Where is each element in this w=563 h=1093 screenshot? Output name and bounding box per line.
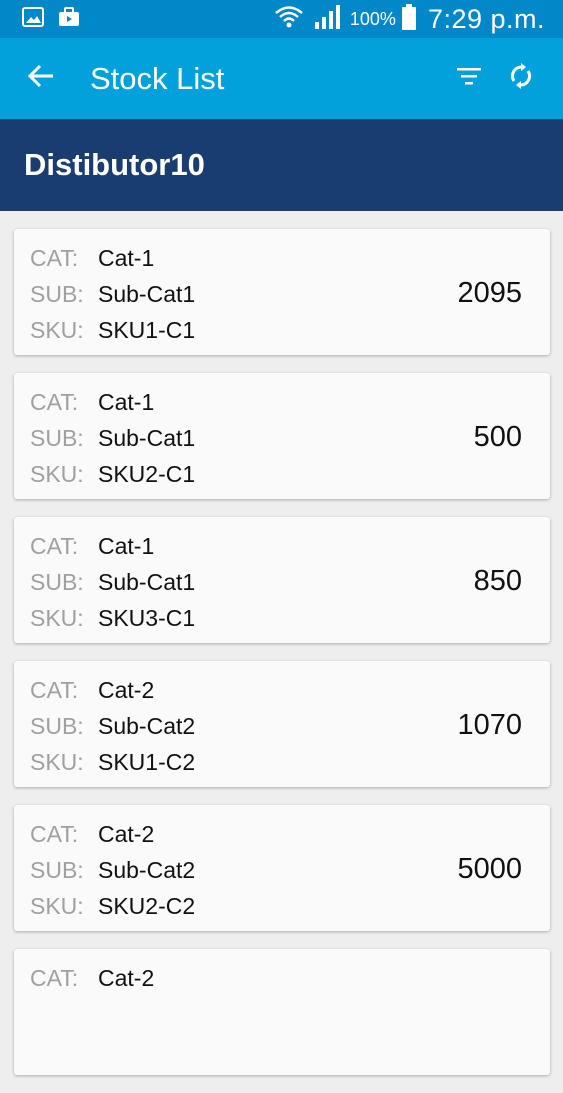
stock-item-card[interactable]: CAT: Cat-2 [14, 949, 550, 1075]
stock-quantity: 500 [473, 421, 522, 453]
cat-label: CAT: [30, 389, 79, 415]
stock-quantity: 850 [473, 565, 522, 597]
sub-value: Sub-Cat2 [98, 713, 196, 739]
cat-label: CAT: [30, 821, 79, 847]
app-bar: Stock List [0, 38, 563, 119]
sku-value: SKU1-C2 [98, 749, 196, 775]
sku-value: SKU2-C2 [98, 893, 196, 919]
sku-label: SKU: [30, 893, 84, 919]
cat-value: Cat-2 [98, 821, 155, 847]
sync-button[interactable] [495, 49, 547, 109]
sku-label: SKU: [30, 317, 84, 343]
cat-value: Cat-2 [98, 677, 155, 703]
stock-item-card[interactable]: CAT: Cat-2 SUB: Sub-Cat2 SKU: SKU2-C2 5000 [14, 805, 550, 931]
cat-value: Cat-1 [98, 245, 155, 271]
sub-value: Sub-Cat1 [98, 425, 196, 451]
cat-value: Cat-2 [98, 965, 155, 991]
stock-item-card[interactable]: CAT: Cat-1 SUB: Sub-Cat1 SKU: SKU1-C1 2095 [14, 229, 550, 355]
image-icon [22, 6, 44, 32]
sku-value: SKU2-C1 [98, 461, 196, 487]
sub-label: SUB: [30, 425, 84, 451]
battery-percent: 100% [349, 8, 396, 29]
sku-value: SKU3-C1 [98, 605, 196, 631]
page-title: Stock List [90, 60, 225, 96]
briefcase-icon [58, 6, 80, 32]
cat-label: CAT: [30, 965, 79, 991]
cat-label: CAT: [30, 677, 79, 703]
sku-label: SKU: [30, 749, 84, 775]
stock-list: CAT: Cat-1 SUB: Sub-Cat1 SKU: SKU1-C1 2095 … [14, 229, 550, 1093]
clock: 7:29 p.m. [427, 3, 545, 34]
distributor-header: Distibutor10 [0, 119, 563, 211]
stock-quantity: 2095 [457, 277, 522, 309]
sub-value: Sub-Cat1 [98, 281, 196, 307]
sub-label: SUB: [30, 713, 84, 739]
arrow-left-icon [27, 62, 55, 95]
cat-label: CAT: [30, 533, 79, 559]
stock-quantity: 1070 [457, 709, 522, 741]
cat-value: Cat-1 [98, 389, 155, 415]
sku-label: SKU: [30, 461, 84, 487]
battery-icon [401, 3, 416, 35]
sku-value: SKU1-C1 [98, 317, 196, 343]
filter-button[interactable] [443, 49, 495, 109]
sync-icon [509, 62, 533, 95]
sub-value: Sub-Cat1 [98, 569, 196, 595]
signal-icon [314, 4, 342, 35]
sku-label: SKU: [30, 605, 84, 631]
stock-item-card[interactable]: CAT: Cat-1 SUB: Sub-Cat1 SKU: SKU2-C1 500 [14, 373, 550, 499]
wifi-icon [274, 4, 304, 35]
stock-item-card[interactable]: CAT: Cat-2 SUB: Sub-Cat2 SKU: SKU1-C2 1070 [14, 661, 550, 787]
sub-label: SUB: [30, 857, 84, 883]
stock-item-card[interactable]: CAT: Cat-1 SUB: Sub-Cat1 SKU: SKU3-C1 850 [14, 517, 550, 643]
back-button[interactable] [0, 38, 82, 119]
sub-label: SUB: [30, 569, 84, 595]
cat-value: Cat-1 [98, 533, 155, 559]
sub-label: SUB: [30, 281, 84, 307]
sub-value: Sub-Cat2 [98, 857, 196, 883]
filter-icon [456, 66, 482, 91]
distributor-name: Distibutor10 [24, 147, 205, 182]
status-bar: 100% 7:29 p.m. [0, 0, 563, 38]
stock-quantity: 5000 [457, 853, 522, 885]
cat-label: CAT: [30, 245, 79, 271]
